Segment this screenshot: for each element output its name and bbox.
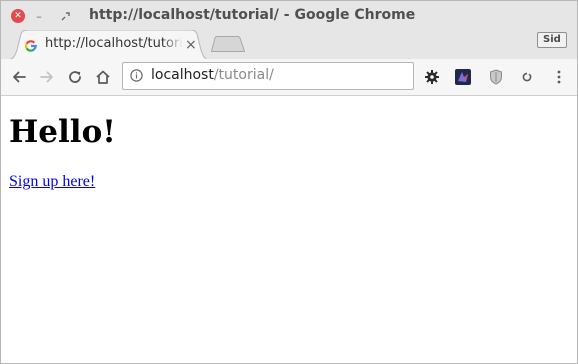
window-close-button[interactable]: ✕ — [11, 9, 25, 23]
tab-strip: http://localhost/tutorial/ × Sid — [1, 27, 577, 60]
tab-title: http://localhost/tutorial/ — [45, 36, 183, 51]
extension-dark-button[interactable] — [453, 67, 473, 87]
toolbar: localhost/tutorial/ — [1, 59, 577, 96]
window-minimize-button[interactable]: – — [32, 9, 46, 23]
home-button[interactable] — [93, 67, 113, 87]
extension-shield-button[interactable] — [486, 67, 506, 87]
reload-icon — [69, 71, 81, 83]
browser-window: ✕ – http://localhost/tutorial/ - Google … — [0, 0, 578, 364]
arrow-forward-icon — [40, 71, 53, 83]
circle-extension-icon — [522, 72, 532, 82]
forward-button[interactable] — [37, 67, 57, 87]
new-tab-icon — [210, 36, 246, 52]
dark-extension-icon — [455, 69, 471, 85]
home-icon — [96, 70, 110, 84]
address-bar[interactable]: localhost/tutorial/ — [122, 62, 414, 90]
arrow-back-icon — [13, 71, 26, 83]
google-g-icon — [24, 40, 37, 52]
tab-close-icon: × — [185, 37, 197, 53]
extension-gear-button[interactable] — [422, 67, 442, 87]
url-path: /tutorial/ — [213, 67, 274, 83]
close-icon: ✕ — [14, 10, 22, 21]
info-icon[interactable] — [130, 69, 143, 82]
page-heading: Hello! — [9, 114, 116, 150]
shield-extension-icon — [490, 69, 502, 85]
maximize-icon — [61, 11, 70, 20]
kebab-menu-icon — [557, 70, 561, 84]
url-host: localhost — [151, 67, 214, 83]
address-text: localhost/tutorial/ — [151, 67, 274, 83]
minimize-icon: – — [36, 9, 42, 23]
profile-button[interactable]: Sid — [537, 32, 567, 48]
window-title: http://localhost/tutorial/ - Google Chro… — [89, 7, 416, 23]
browser-menu-button[interactable] — [549, 67, 569, 87]
back-button[interactable] — [9, 67, 29, 87]
tab-active[interactable]: http://localhost/tutorial/ × — [7, 30, 209, 60]
sign-up-link[interactable]: Sign up here! — [9, 173, 95, 191]
tab-close-button[interactable]: × — [185, 36, 197, 54]
window-maximize-button[interactable] — [58, 9, 72, 23]
new-tab-button[interactable] — [210, 36, 246, 56]
page-content: Hello! Sign up here! — [1, 96, 577, 363]
gear-extension-icon — [425, 70, 439, 84]
reload-button[interactable] — [65, 67, 85, 87]
extension-circle-button[interactable] — [517, 67, 537, 87]
